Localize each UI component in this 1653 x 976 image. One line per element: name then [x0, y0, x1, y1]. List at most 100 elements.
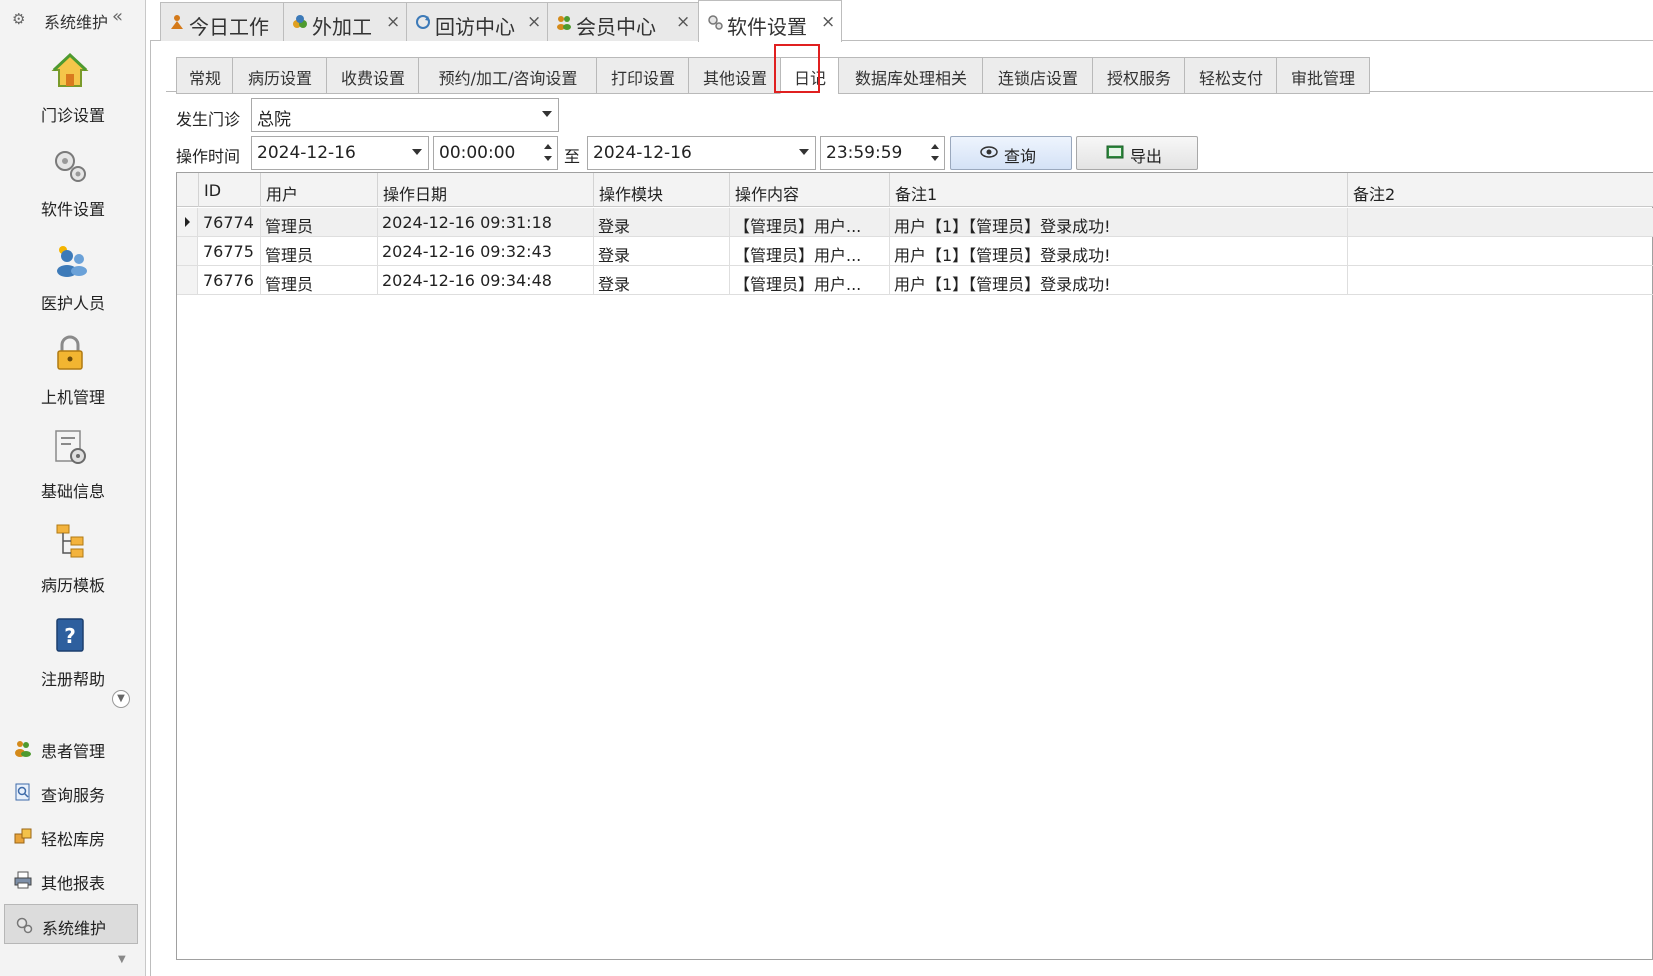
end-date-picker[interactable]: 2024-12-16	[587, 136, 816, 170]
tab-general[interactable]: 常规	[176, 57, 234, 94]
cell-note2[interactable]	[1347, 266, 1653, 294]
column-header-id[interactable]: ID	[198, 173, 261, 207]
cell-date[interactable]: 2024-12-16 09:34:48	[377, 266, 594, 294]
tab-easy-pay[interactable]: 轻松支付	[1184, 57, 1278, 94]
staff-icon	[57, 246, 87, 277]
tab-outsourcing[interactable]: 外加工 ×	[283, 2, 407, 41]
tab-other-settings[interactable]: 其他设置	[688, 57, 782, 94]
column-header-user[interactable]: 用户	[260, 173, 378, 207]
cell-note2[interactable]	[1347, 208, 1653, 236]
sidebar-item-label: 软件设置	[40, 200, 105, 219]
cell-date[interactable]: 2024-12-16 09:32:43	[377, 237, 594, 265]
spin-up-icon[interactable]	[931, 144, 939, 149]
column-header-module[interactable]: 操作模块	[593, 173, 730, 207]
cell-text: 2024-12-16 09:31:18	[382, 213, 552, 232]
cell-id[interactable]: 76775	[198, 237, 261, 265]
sidebar-item-clinic-settings[interactable]: 门诊设置	[0, 46, 146, 142]
dropdown-arrow-icon[interactable]	[542, 111, 552, 117]
cell-note1[interactable]: 用户【1】【管理员】登录成功!	[889, 266, 1348, 294]
cell-text: 用户【1】【管理员】登录成功!	[894, 275, 1111, 294]
close-icon[interactable]: ×	[527, 12, 541, 32]
sidebar-item-label: 系统维护	[42, 919, 107, 938]
sidebar-item-record-template[interactable]: 病历模板	[0, 516, 146, 612]
close-icon[interactable]: ×	[676, 12, 690, 32]
dropdown-arrow-icon[interactable]	[412, 149, 422, 155]
sidebar-item-query-service[interactable]: 查询服务	[4, 772, 138, 812]
cell-note1[interactable]: 用户【1】【管理员】登录成功!	[889, 237, 1348, 265]
cell-text: 登录	[598, 217, 631, 236]
cell-id[interactable]: 76776	[198, 266, 261, 294]
sidebar-item-machine-management[interactable]: 上机管理	[0, 328, 146, 424]
sidebar-title: 系统维护	[44, 13, 109, 32]
double-chevron-left-icon[interactable]: «	[112, 6, 123, 27]
tab-member-center[interactable]: 会员中心 ×	[547, 2, 699, 41]
column-header-note2[interactable]: 备注2	[1347, 173, 1653, 207]
cell-date[interactable]: 2024-12-16 09:31:18	[377, 208, 594, 236]
cell-user[interactable]: 管理员	[260, 208, 378, 236]
spin-down-icon[interactable]	[544, 156, 552, 161]
cell-user[interactable]: 管理员	[260, 266, 378, 294]
sidebar-item-patient-management[interactable]: 患者管理	[4, 728, 138, 768]
cell-module[interactable]: 登录	[593, 266, 730, 294]
table-row[interactable]: 76774 管理员 2024-12-16 09:31:18 登录 【管理员】用户…	[177, 208, 1653, 237]
sidebar-overflow[interactable]: ▼	[0, 950, 146, 976]
tab-database[interactable]: 数据库处理相关	[838, 57, 984, 94]
spin-down-icon[interactable]	[931, 156, 939, 161]
cell-module[interactable]: 登录	[593, 208, 730, 236]
tab-label: 连锁店设置	[997, 69, 1078, 88]
spin-up-icon[interactable]	[544, 144, 552, 149]
tab-print-settings[interactable]: 打印设置	[596, 57, 690, 94]
start-date-picker[interactable]: 2024-12-16	[251, 136, 429, 170]
cell-text: 2024-12-16 09:32:43	[382, 242, 552, 261]
cell-note2[interactable]	[1347, 237, 1653, 265]
cell-id[interactable]: 76774	[198, 208, 261, 236]
column-header-note1[interactable]: 备注1	[889, 173, 1348, 207]
cell-module[interactable]: 登录	[593, 237, 730, 265]
close-icon[interactable]: ×	[821, 12, 835, 32]
sidebar-item-other-reports[interactable]: 其他报表	[4, 860, 138, 900]
close-icon[interactable]: ×	[386, 12, 400, 32]
tab-authorization[interactable]: 授权服务	[1092, 57, 1186, 94]
sidebar-item-label: 病历模板	[40, 576, 105, 595]
cell-text: 【管理员】用户...	[734, 275, 862, 294]
tab-approval[interactable]: 审批管理	[1276, 57, 1370, 94]
tab-chain-store-settings[interactable]: 连锁店设置	[982, 57, 1094, 94]
tab-followup-center[interactable]: 回访中心 ×	[406, 2, 548, 41]
clinic-select[interactable]: 总院	[251, 98, 559, 132]
chevron-down-icon[interactable]: ▼	[112, 690, 130, 708]
cell-text: 用户【1】【管理员】登录成功!	[894, 246, 1111, 265]
query-button[interactable]: 查询	[950, 136, 1072, 170]
sidebar-item-software-settings[interactable]: 软件设置	[0, 140, 146, 236]
dropdown-arrow-icon[interactable]	[799, 149, 809, 155]
table-row[interactable]: 76776 管理员 2024-12-16 09:34:48 登录 【管理员】用户…	[177, 266, 1653, 295]
cell-content[interactable]: 【管理员】用户...	[729, 266, 890, 294]
sidebar-item-medical-staff[interactable]: 医护人员	[0, 234, 146, 330]
tab-billing-settings[interactable]: 收费设置	[326, 57, 420, 94]
row-indicator	[177, 208, 198, 236]
tab-software-settings[interactable]: 软件设置 ×	[698, 0, 842, 42]
sidebar-item-warehouse[interactable]: 轻松库房	[4, 816, 138, 856]
cell-user[interactable]: 管理员	[260, 237, 378, 265]
column-header-content[interactable]: 操作内容	[729, 173, 890, 207]
column-header-date[interactable]: 操作日期	[377, 173, 594, 207]
export-button[interactable]: 导出	[1076, 136, 1198, 170]
svg-text:?: ?	[64, 624, 76, 648]
cell-text: 76776	[203, 271, 254, 290]
cell-content[interactable]: 【管理员】用户...	[729, 208, 890, 236]
column-label: 操作模块	[599, 185, 664, 204]
start-time-spinner[interactable]: 00:00:00	[433, 136, 558, 170]
cell-content[interactable]: 【管理员】用户...	[729, 237, 890, 265]
cell-note1[interactable]: 用户【1】【管理员】登录成功!	[889, 208, 1348, 236]
clinic-label: 发生门诊	[176, 110, 241, 129]
tab-today-work[interactable]: 今日工作	[160, 2, 284, 41]
tab-label: 授权服务	[1106, 69, 1171, 88]
sidebar-item-basic-info[interactable]: 基础信息	[0, 422, 146, 518]
sidebar-item-label: 查询服务	[41, 786, 106, 805]
cell-text: 管理员	[265, 246, 314, 265]
end-time-spinner[interactable]: 23:59:59	[820, 136, 945, 170]
tab-appointment-settings[interactable]: 预约/加工/咨询设置	[418, 57, 598, 94]
tab-medical-record-settings[interactable]: 病历设置	[232, 57, 328, 94]
log-grid: ID 用户 操作日期 操作模块 操作内容 备注1 备注2 76774 管理员 2…	[176, 172, 1653, 960]
sidebar-item-system-maintenance[interactable]: 系统维护	[4, 904, 138, 944]
table-row[interactable]: 76775 管理员 2024-12-16 09:32:43 登录 【管理员】用户…	[177, 237, 1653, 266]
